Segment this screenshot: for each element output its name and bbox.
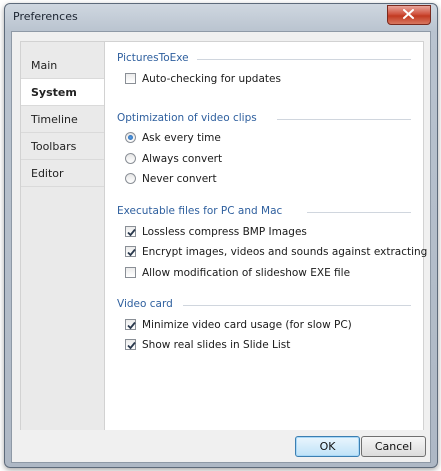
section-divider (277, 119, 411, 120)
system-settings-panel: PicturesToExe Auto-checking for updates … (104, 41, 428, 431)
checkbox-label: Allow modification of slideshow EXE file (142, 267, 351, 279)
title-bar[interactable]: Preferences (5, 4, 437, 30)
sidebar-item-editor[interactable]: Editor (21, 160, 105, 187)
sidebar-item-label: Main (31, 59, 58, 72)
cancel-button[interactable]: Cancel (361, 436, 426, 457)
dialog-footer: OK Cancel (12, 430, 430, 462)
section-title-video-card: Video card (117, 298, 173, 310)
close-button[interactable] (387, 5, 431, 25)
sidebar-item-label: Toolbars (31, 140, 77, 153)
ok-button[interactable]: OK (295, 436, 360, 457)
preferences-window: Preferences Main System Timeline Toolbar… (4, 3, 438, 468)
section-divider (307, 212, 411, 213)
sidebar-item-timeline[interactable]: Timeline (21, 106, 105, 133)
section-title-picturestoexe: PicturesToExe (117, 52, 189, 64)
checkbox-label: Minimize video card usage (for slow PC) (142, 319, 352, 331)
sidebar-item-label: System (31, 86, 77, 99)
checkbox-label: Show real slides in Slide List (142, 339, 291, 351)
section-title-optimization: Optimization of video clips (117, 112, 257, 124)
section-title-executable-files: Executable files for PC and Mac (117, 205, 283, 217)
checkmark-icon (127, 228, 136, 237)
radio-button (125, 153, 136, 164)
radio-label: Always convert (142, 153, 223, 165)
close-icon (403, 9, 414, 19)
checkbox-label: Lossless compress BMP Images (142, 226, 307, 238)
checkbox-box (125, 319, 136, 330)
radio-selected-dot (128, 135, 133, 140)
radio-label: Never convert (142, 173, 217, 185)
checkbox-box (125, 339, 136, 350)
radio-button (125, 173, 136, 184)
sidebar: Main System Timeline Toolbars Editor (20, 41, 106, 431)
checkbox-label: Encrypt images, videos and sounds agains… (142, 246, 428, 258)
checkmark-icon (127, 248, 136, 257)
checkbox-label: Auto-checking for updates (142, 73, 281, 85)
sidebar-item-toolbars[interactable]: Toolbars (21, 133, 105, 160)
radio-button (125, 132, 136, 143)
checkbox-box (125, 226, 136, 237)
section-divider (197, 59, 411, 60)
sidebar-item-main[interactable]: Main (21, 52, 105, 79)
dialog-client-area: Main System Timeline Toolbars Editor Pic… (11, 31, 431, 463)
checkmark-icon (127, 321, 136, 330)
sidebar-item-system[interactable]: System (21, 79, 106, 106)
checkbox-box (125, 246, 136, 257)
section-divider (183, 305, 411, 306)
checkbox-box (125, 267, 136, 278)
checkmark-icon (127, 341, 136, 350)
window-title: Preferences (13, 10, 78, 23)
sidebar-item-label: Editor (31, 167, 64, 180)
sidebar-item-label: Timeline (31, 113, 78, 126)
radio-label: Ask every time (142, 132, 221, 144)
checkbox-box (125, 73, 136, 84)
